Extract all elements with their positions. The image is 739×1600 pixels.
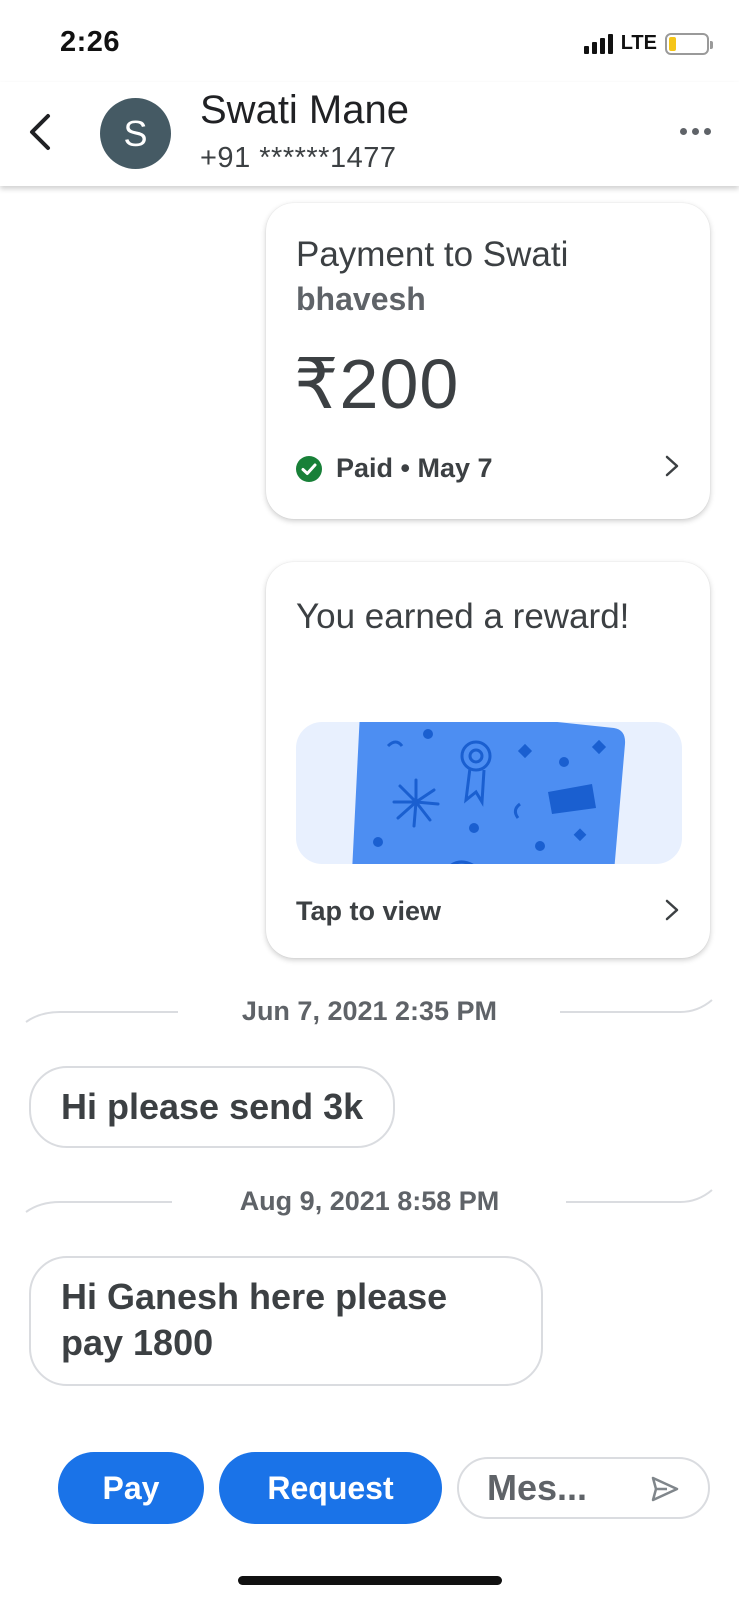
date-separator: Aug 9, 2021 8:58 PM [0, 1182, 739, 1222]
payment-card[interactable]: Payment to Swati bhavesh ₹200 Paid • May… [266, 203, 710, 519]
reward-action: Tap to view [296, 896, 442, 926]
payment-status-text: Paid • May 7 [336, 453, 493, 483]
battery-icon [665, 32, 713, 55]
status-bar: 2:26 LTE [0, 0, 739, 82]
payment-status: Paid • May 7 [296, 453, 493, 484]
message-bubble[interactable]: Hi Ganesh here please pay 1800 [29, 1256, 543, 1386]
scratch-card-icon [296, 722, 682, 864]
payment-title: Payment to Swati [296, 235, 569, 274]
send-icon[interactable] [650, 1475, 680, 1503]
check-circle-icon [296, 455, 322, 482]
date-label: Jun 7, 2021 2:35 PM [233, 996, 506, 1026]
contact-name[interactable]: Swati Mane [200, 88, 409, 133]
reward-card[interactable]: You earned a reward! Tap to view [266, 562, 710, 958]
chevron-right-icon [665, 899, 679, 921]
chat-header: S Swati Mane +91 ******1477 [0, 82, 739, 186]
signal-icon [583, 33, 613, 54]
date-label: Aug 9, 2021 8:58 PM [231, 1186, 508, 1216]
request-button[interactable]: Request [219, 1452, 442, 1524]
message-bubble[interactable]: Hi please send 3k [29, 1066, 396, 1148]
network-label: LTE [620, 32, 657, 54]
message-input[interactable]: Mes... [457, 1457, 710, 1519]
avatar[interactable]: S [100, 98, 171, 169]
home-indicator[interactable] [238, 1576, 502, 1585]
message-placeholder: Mes... [487, 1467, 588, 1508]
chevron-left-icon[interactable] [24, 110, 56, 154]
status-time: 2:26 [60, 26, 121, 58]
more-horizontal-icon[interactable] [680, 128, 711, 135]
payment-subtitle: bhavesh [296, 281, 426, 317]
chevron-right-icon [665, 455, 679, 477]
pay-button[interactable]: Pay [58, 1452, 204, 1524]
status-indicators: LTE [583, 32, 713, 55]
date-separator: Jun 7, 2021 2:35 PM [0, 992, 739, 1032]
reward-title: You earned a reward! [296, 597, 630, 636]
contact-phone: +91 ******1477 [200, 142, 397, 174]
payment-amount: ₹200 [294, 345, 460, 423]
